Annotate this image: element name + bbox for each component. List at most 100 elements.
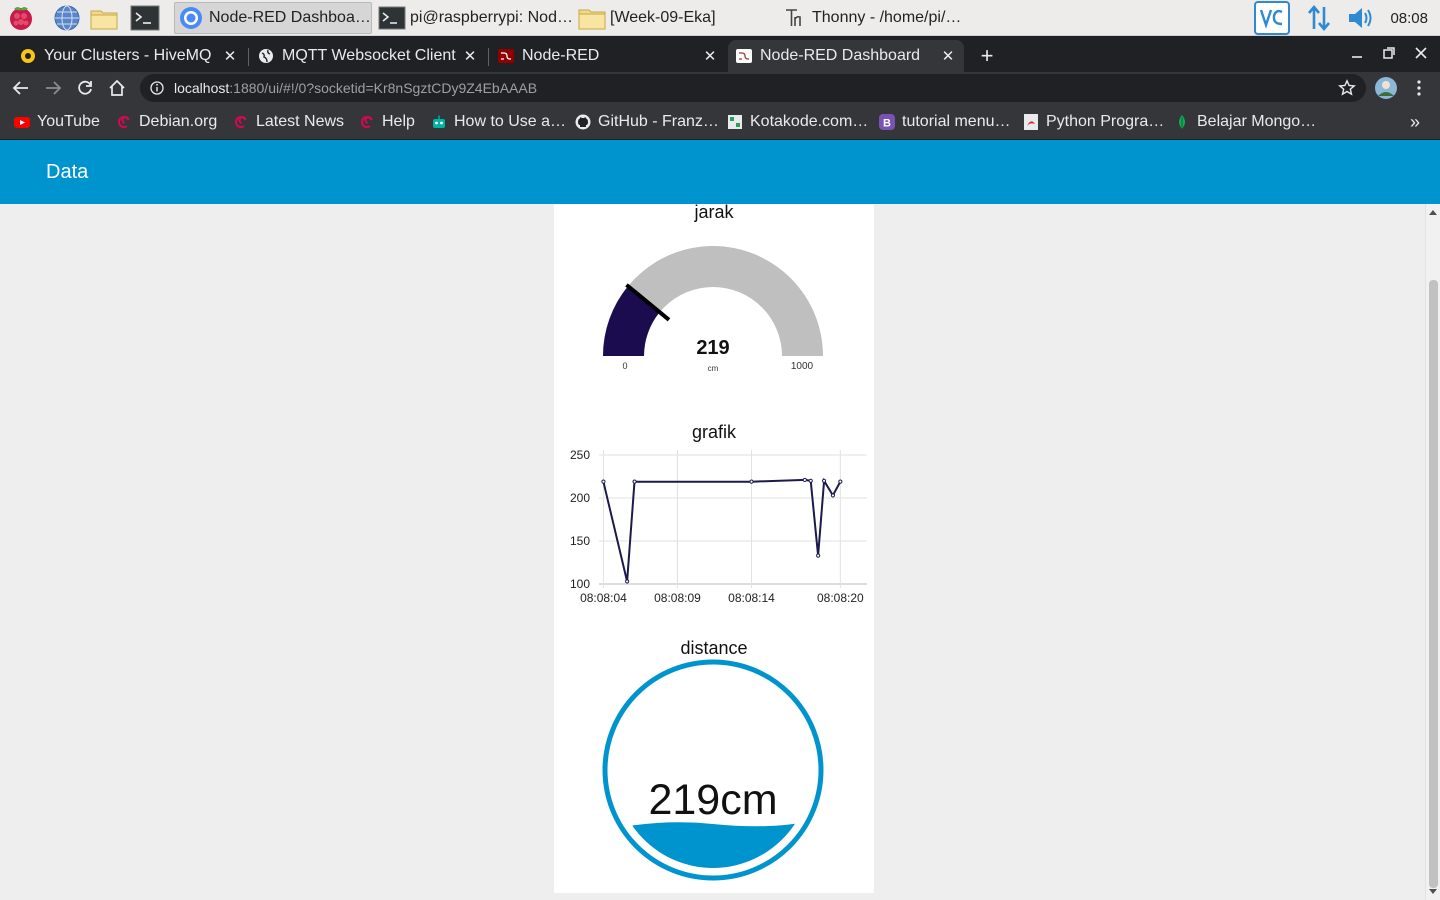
minimize-window-icon[interactable] bbox=[1342, 40, 1372, 66]
browser-menu-icon[interactable] bbox=[1410, 79, 1428, 97]
debian-icon bbox=[360, 116, 373, 129]
tab-node-red[interactable]: Node-RED ✕ bbox=[490, 40, 726, 72]
tab-title: Node-RED bbox=[522, 47, 600, 64]
chromium-icon bbox=[180, 7, 202, 29]
liquid-gauge-title: distance bbox=[680, 638, 748, 658]
reload-button[interactable] bbox=[72, 75, 98, 101]
forward-button[interactable] bbox=[40, 75, 66, 101]
network-icon[interactable] bbox=[1304, 3, 1334, 33]
tab-separator bbox=[248, 48, 249, 66]
tab-mqtt-websocket-client[interactable]: MQTT Websocket Client ✕ bbox=[250, 40, 486, 72]
leaf-icon bbox=[1179, 115, 1185, 129]
scroll-down-arrow-icon[interactable] bbox=[1429, 889, 1437, 894]
tab-close-icon[interactable]: ✕ bbox=[462, 47, 478, 65]
scrollbar-thumb[interactable] bbox=[1429, 280, 1438, 888]
vnc-icon[interactable] bbox=[1254, 1, 1291, 35]
line-chart: 250200150100 08:08:04 08:08:09 08:08:14 08:… bbox=[570, 448, 867, 605]
taskbar-item-label: pi@raspberrypi: Node… bbox=[410, 9, 574, 26]
chart-series-line bbox=[602, 477, 842, 582]
chart-y-tick-label: 250 bbox=[570, 448, 590, 462]
bookmark-youtube[interactable]: YouTube bbox=[14, 112, 100, 132]
taskbar-item-node-red-dashboard[interactable]: Node-RED Dashboar… bbox=[174, 2, 372, 34]
home-button[interactable] bbox=[104, 75, 130, 101]
tab-close-icon[interactable]: ✕ bbox=[940, 47, 956, 65]
robot-icon bbox=[433, 115, 445, 128]
tab-close-icon[interactable]: ✕ bbox=[702, 47, 718, 65]
browser-tab-strip: Your Clusters - HiveMQ C ✕ MQTT Websocke… bbox=[0, 36, 1440, 72]
tab-close-icon[interactable]: ✕ bbox=[222, 47, 238, 65]
bookmark-kotakode[interactable]: Kotakode.com… bbox=[727, 112, 868, 132]
page-title: Data bbox=[46, 161, 89, 183]
clock[interactable]: 08:08 bbox=[1390, 10, 1428, 27]
chart-point bbox=[625, 579, 630, 584]
taskbar-item-terminal[interactable]: pi@raspberrypi: Node… bbox=[376, 2, 574, 34]
raspberry-menu-icon[interactable] bbox=[6, 3, 36, 33]
taskbar-item-label: [Week-09-Eka] bbox=[610, 9, 716, 26]
debian-icon bbox=[117, 116, 130, 129]
back-button[interactable] bbox=[8, 75, 34, 101]
gauge-max-label: 1000 bbox=[791, 361, 814, 372]
bookmark-label: Kotakode.com… bbox=[750, 113, 869, 130]
tab-title: MQTT Websocket Client bbox=[282, 47, 456, 64]
home-icon bbox=[109, 79, 125, 96]
restore-window-icon[interactable] bbox=[1374, 40, 1404, 66]
web-browser-launcher-icon[interactable] bbox=[52, 3, 82, 33]
chart-y-axis: 250 200 150 100 bbox=[570, 448, 590, 591]
bookmark-star-icon[interactable] bbox=[1338, 79, 1356, 97]
tab-separator bbox=[488, 48, 489, 66]
file-manager-launcher-icon[interactable] bbox=[89, 3, 119, 33]
tab-node-red-dashboard[interactable]: Node-RED Dashboard ✕ bbox=[728, 40, 964, 72]
pdf-icon bbox=[1024, 114, 1038, 130]
liquid-fill-gauge: 219cm bbox=[602, 659, 824, 881]
os-taskbar: Node-RED Dashboar… pi@raspberrypi: Node…… bbox=[0, 0, 1440, 36]
bookmark-debian[interactable]: Debian.org bbox=[116, 112, 217, 132]
bookmarks-overflow-button[interactable]: » bbox=[1410, 112, 1420, 132]
chart-y-tick-label: 200 bbox=[570, 491, 590, 505]
chart-point bbox=[749, 479, 754, 484]
hivemq-favicon-icon bbox=[21, 49, 35, 63]
url-path: :1880/ui/#!/0?socketid=Kr8nSgztCDy9Z4EbA… bbox=[229, 80, 538, 96]
bookmark-how-to-use[interactable]: How to Use a… bbox=[431, 112, 566, 132]
bookmark-python-programming[interactable]: Python Progra… bbox=[1023, 112, 1164, 132]
taskbar-item-file-manager[interactable]: [Week-09-Eka] bbox=[576, 2, 774, 34]
dashboard-group-card: jarak 219 cm 0 1000 grafik 250 200 150 100 … bbox=[554, 204, 874, 893]
bookmark-label: Belajar Mongo… bbox=[1197, 113, 1317, 130]
page-scrollbar[interactable] bbox=[1425, 204, 1440, 900]
close-window-icon[interactable] bbox=[1406, 40, 1436, 66]
address-bar[interactable]: localhost:1880/ui/#!/0?socketid=Kr8nSgzt… bbox=[140, 74, 1366, 102]
reload-icon bbox=[78, 80, 92, 95]
bookmark-github[interactable]: GitHub - Franz… bbox=[575, 112, 719, 132]
chart-x-tick-label: 08:08:04 bbox=[580, 591, 627, 605]
gauge-value: 219 bbox=[696, 337, 729, 359]
chart-grid bbox=[599, 450, 867, 588]
chart-point bbox=[632, 479, 637, 484]
dashboard-header: Data bbox=[0, 140, 1440, 204]
node-red-favicon-icon bbox=[498, 49, 514, 63]
scroll-up-arrow-icon[interactable] bbox=[1429, 210, 1437, 215]
bookmark-latest-news[interactable]: Latest News bbox=[233, 112, 344, 132]
chart-point bbox=[821, 478, 827, 483]
taskbar-item-thonny[interactable]: Thonny - /home/pi/… bbox=[778, 2, 976, 34]
gauge-title: jarak bbox=[694, 204, 734, 222]
new-tab-button[interactable]: + bbox=[974, 40, 1000, 72]
chart-point bbox=[816, 553, 821, 558]
site-info-icon[interactable] bbox=[150, 81, 164, 95]
bookmarks-bar: YouTube Debian.org Latest News Help How … bbox=[0, 104, 1440, 140]
taskbar-item-label: Thonny - /home/pi/… bbox=[812, 9, 962, 26]
volume-icon[interactable] bbox=[1346, 3, 1376, 33]
bootstrap-icon: B bbox=[879, 114, 895, 130]
bookmark-help[interactable]: Help bbox=[359, 112, 415, 132]
chart-y-tick-label: 100 bbox=[570, 577, 590, 591]
bookmark-belajar-mongo[interactable]: Belajar Mongo… bbox=[1174, 112, 1316, 132]
globe-favicon-icon bbox=[259, 49, 273, 63]
terminal-launcher-icon[interactable] bbox=[130, 3, 160, 33]
bookmark-tutorial-menu[interactable]: B tutorial menu… bbox=[879, 112, 1011, 132]
url-host: localhost bbox=[174, 80, 230, 96]
tab-hivemq-clusters[interactable]: Your Clusters - HiveMQ C ✕ bbox=[12, 40, 246, 72]
bookmark-label: GitHub - Franz… bbox=[598, 113, 719, 130]
chart-y-tick-label: 150 bbox=[570, 534, 590, 548]
youtube-icon bbox=[14, 117, 30, 128]
bookmark-label: Latest News bbox=[256, 113, 345, 130]
tab-title: Node-RED Dashboard bbox=[760, 47, 921, 64]
profile-avatar[interactable] bbox=[1374, 76, 1398, 100]
